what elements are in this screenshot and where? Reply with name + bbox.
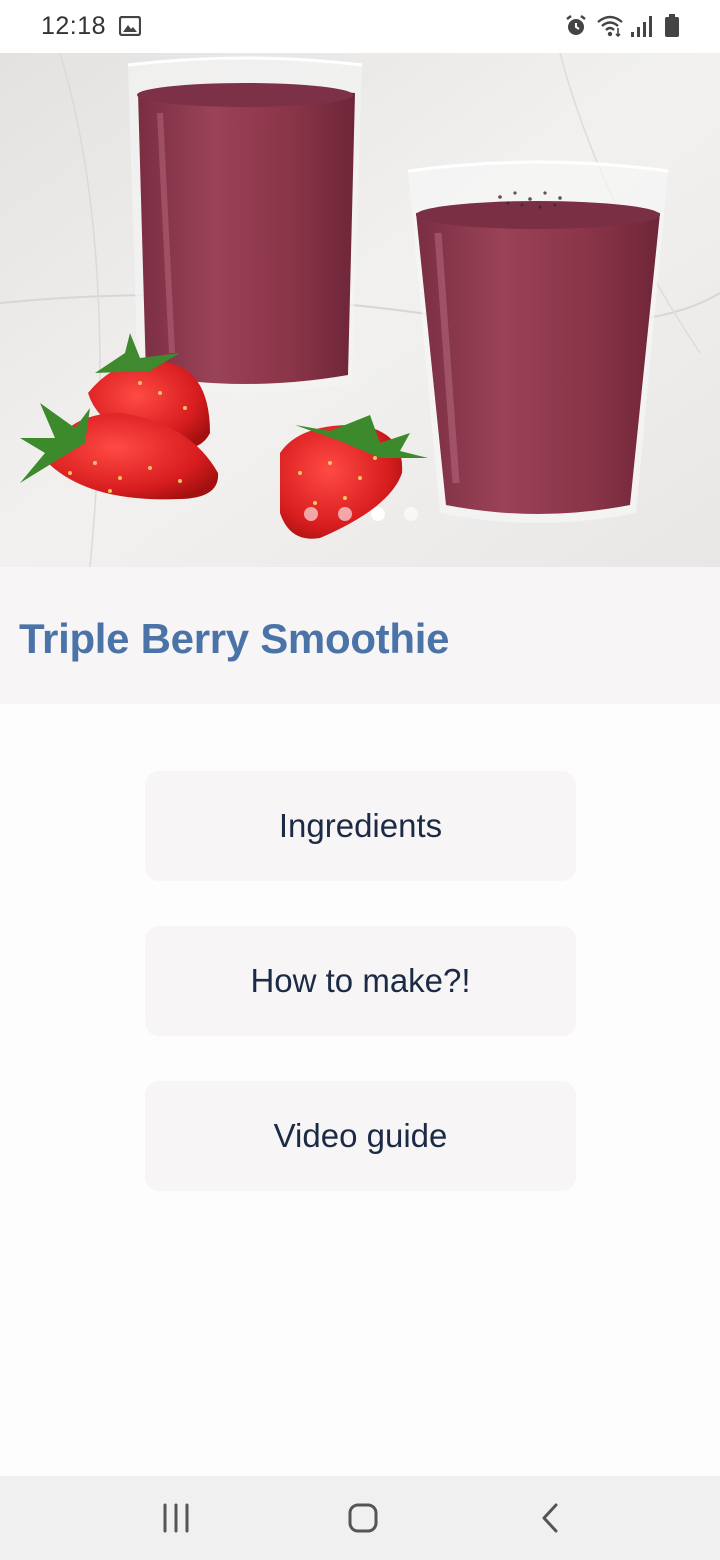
alarm-icon — [566, 15, 586, 35]
back-icon[interactable] — [528, 1498, 572, 1538]
battery-icon — [665, 14, 679, 37]
navigation-bar — [0, 1476, 720, 1560]
title-band: Triple Berry Smoothie — [0, 567, 720, 704]
pager-dot[interactable] — [338, 507, 352, 521]
home-icon[interactable] — [341, 1498, 385, 1538]
hero-carousel[interactable] — [0, 53, 720, 567]
signal-icon — [631, 16, 652, 37]
status-bar: 12:18 — [0, 0, 720, 53]
recipe-title: Triple Berry Smoothie — [19, 615, 450, 662]
how-to-make-button[interactable]: How to make?! — [145, 926, 576, 1036]
smoothie-photo — [0, 53, 720, 567]
pager-dot[interactable] — [304, 507, 318, 521]
pager-dot-active[interactable] — [371, 507, 385, 521]
image-icon — [119, 16, 141, 36]
recipe-detail-screen: 12:18 Triple Berry Smoothie Ingredients … — [0, 0, 720, 1560]
recent-apps-icon[interactable] — [154, 1498, 198, 1538]
pager-dot[interactable] — [404, 507, 418, 521]
video-guide-button[interactable]: Video guide — [145, 1081, 576, 1191]
ingredients-button[interactable]: Ingredients — [145, 771, 576, 881]
carousel-pager — [0, 507, 720, 521]
status-time: 12:18 — [41, 12, 107, 40]
wifi-icon — [597, 15, 623, 38]
